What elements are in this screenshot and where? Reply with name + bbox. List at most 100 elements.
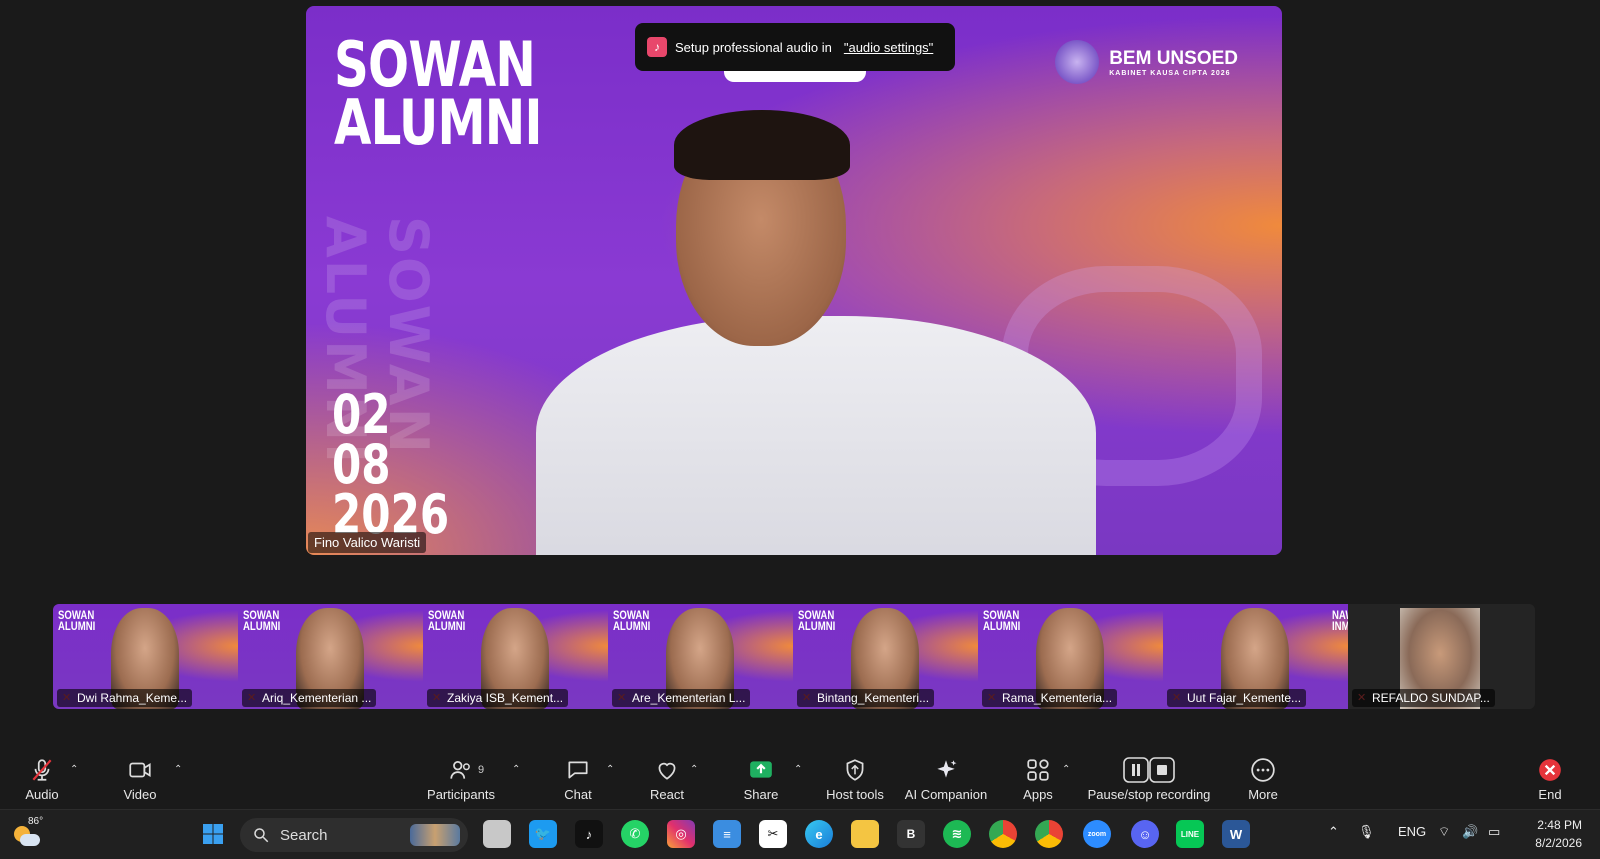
video-label: Video (123, 787, 157, 802)
app-b-icon[interactable]: B (897, 820, 925, 848)
audio-label: Audio (25, 787, 59, 802)
more-button[interactable]: More (1240, 750, 1286, 809)
microphone-in-use-icon[interactable]: 🎙 (1358, 824, 1375, 840)
apps-icon (1027, 759, 1049, 781)
audio-button[interactable]: Audio (18, 750, 66, 809)
participants-options-chevron-icon[interactable]: ⌃ (512, 764, 520, 775)
background-title: SOWAN ALUMNI (334, 28, 542, 159)
notepad-icon[interactable]: ≡ (713, 820, 741, 848)
weather-widget[interactable]: 86° (10, 816, 43, 850)
zoom-icon[interactable]: zoom (1083, 820, 1111, 848)
search-highlight-image (410, 824, 460, 846)
participant-tile[interactable]: ✕ REFALDO SUNDAP... (1348, 604, 1533, 709)
participant-name: Zakiya ISB_Kement... (427, 689, 569, 707)
show-hidden-icons-chevron-icon[interactable]: ⌃ (1328, 824, 1339, 840)
participant-name: Uut Fajar_Kemente... (1167, 689, 1307, 707)
share-button[interactable]: Share (738, 750, 784, 809)
temperature: 86° (28, 816, 44, 827)
react-button[interactable]: React (644, 750, 690, 809)
system-clock[interactable]: 2:48 PM 8/2/2026 (1535, 816, 1582, 852)
cloud-icon (20, 834, 40, 846)
language-indicator[interactable]: ENG (1398, 824, 1426, 839)
volume-icon[interactable]: 🔊 (1462, 824, 1478, 840)
participant-tile[interactable]: NAWOSINMUJA ✕ Uut Fajar_Kemente... (1163, 604, 1348, 709)
host-tools-button[interactable]: Host tools (820, 750, 890, 809)
participant-tile[interactable]: SOWANALUMNI ✕ Zakiya ISB_Kement... (423, 604, 608, 709)
ai-companion-button[interactable]: AI Companion (900, 750, 992, 809)
share-label: Share (743, 787, 779, 802)
chat-options-chevron-icon[interactable]: ⌃ (606, 764, 614, 775)
react-label: React (650, 787, 684, 802)
tiktok-icon[interactable]: ♪ (575, 820, 603, 848)
mic-muted-icon (32, 759, 52, 781)
clock-time: 2:48 PM (1537, 818, 1582, 832)
apps-label: Apps (1023, 787, 1053, 802)
apps-options-chevron-icon[interactable]: ⌃ (1062, 764, 1070, 775)
share-screen-icon (750, 761, 772, 778)
speaker-person (536, 110, 1096, 555)
end-label: End (1538, 787, 1562, 802)
share-options-chevron-icon[interactable]: ⌃ (794, 764, 802, 775)
more-dots-icon (1251, 758, 1275, 782)
audio-settings-link[interactable]: "audio settings" (844, 40, 933, 55)
spotify-icon[interactable]: ≋ (943, 820, 971, 848)
whatsapp-icon[interactable]: ✆ (621, 820, 649, 848)
participant-name: Dwi Rahma_Keme... (57, 689, 193, 707)
chrome-profile-icon[interactable] (1035, 820, 1063, 848)
discord-icon[interactable]: ☺ (1131, 820, 1159, 848)
background-date: 02 08 2026 (332, 383, 450, 546)
toast-text: Setup professional audio in (675, 39, 832, 55)
participant-tile[interactable]: SOWANALUMNI ✕ Rama_Kementeria... (978, 604, 1163, 709)
clock-date: 8/2/2026 (1535, 836, 1582, 850)
windows-start-icon[interactable] (199, 820, 227, 848)
participants-button[interactable]: Participants (424, 750, 498, 809)
active-speaker-video[interactable]: SOWAN ALUMNI SOWAN ALUMNI 02 08 2026 BEM… (306, 6, 1282, 555)
task-view-icon[interactable] (483, 820, 511, 848)
battery-icon[interactable]: ▭ (1488, 824, 1500, 840)
windows-taskbar: 86° Search 🐦 ♪ ✆ ◎ ≡ ✂ e B ≋ zoom ☺ LINE… (0, 809, 1600, 859)
capcut-icon[interactable]: ✂ (759, 820, 787, 848)
bem-unsoed-logo: BEM UNSOED KABINET KAUSA CIPTA 2026 (1055, 40, 1238, 84)
end-call-icon (1539, 759, 1561, 781)
chat-label: Chat (564, 787, 592, 802)
instagram-icon[interactable]: ◎ (667, 820, 695, 848)
bem-logo-icon (1055, 40, 1100, 84)
meeting-stage: SOWAN ALUMNI SOWAN ALUMNI 02 08 2026 BEM… (0, 0, 1600, 750)
participant-name: Ariq_Kementerian ... (242, 689, 377, 707)
music-note-icon: ♪ (647, 37, 667, 57)
speaker-name-tag: Fino Valico Waristi (308, 532, 427, 553)
pause-stop-icon (1123, 757, 1175, 783)
audio-settings-toast[interactable]: ♪ Setup professional audio in "audio set… (635, 23, 955, 71)
participant-name: REFALDO SUNDAP... (1352, 689, 1495, 707)
line-icon[interactable]: LINE (1176, 820, 1204, 848)
twitter-icon[interactable]: 🐦 (529, 820, 557, 848)
audio-options-chevron-icon[interactable]: ⌃ (70, 764, 78, 775)
participant-tile[interactable]: SOWANALUMNI ✕ Are_Kementerian L... (608, 604, 793, 709)
recording-label: Pause/stop recording (1087, 787, 1211, 802)
react-options-chevron-icon[interactable]: ⌃ (690, 764, 698, 775)
video-options-chevron-icon[interactable]: ⌃ (174, 764, 182, 775)
taskbar-search[interactable]: Search (240, 818, 468, 852)
participant-tile[interactable]: SOWANALUMNI ✕ Bintang_Kementeri... (793, 604, 978, 709)
pause-stop-recording-button[interactable]: Pause/stop recording (1086, 750, 1212, 809)
heart-icon (658, 762, 676, 780)
search-label: Search (280, 826, 328, 844)
word-icon[interactable]: W (1222, 820, 1250, 848)
end-meeting-button[interactable]: End (1526, 750, 1574, 809)
participants-count: 9 (478, 764, 485, 776)
search-icon (254, 828, 269, 843)
chat-button[interactable]: Chat (556, 750, 600, 809)
shield-icon (846, 759, 864, 781)
video-button[interactable]: Video (116, 750, 164, 809)
wifi-icon[interactable]: ⌔ (1438, 824, 1450, 840)
chat-icon (568, 761, 588, 779)
apps-button[interactable]: Apps (1016, 750, 1060, 809)
file-explorer-icon[interactable] (851, 820, 879, 848)
participant-tile[interactable]: SOWANALUMNI ✕ Ariq_Kementerian ... (238, 604, 423, 709)
sparkle-icon (937, 760, 957, 778)
chrome-icon[interactable] (989, 820, 1017, 848)
ai-companion-label: AI Companion (904, 787, 988, 802)
meeting-toolbar: Audio ⌃ Video ⌃ Participants 9 ⌃ Chat ⌃ … (0, 750, 1600, 809)
participant-tile[interactable]: SOWANALUMNI ✕ Dwi Rahma_Keme... (53, 604, 238, 709)
edge-icon[interactable]: e (805, 820, 833, 848)
